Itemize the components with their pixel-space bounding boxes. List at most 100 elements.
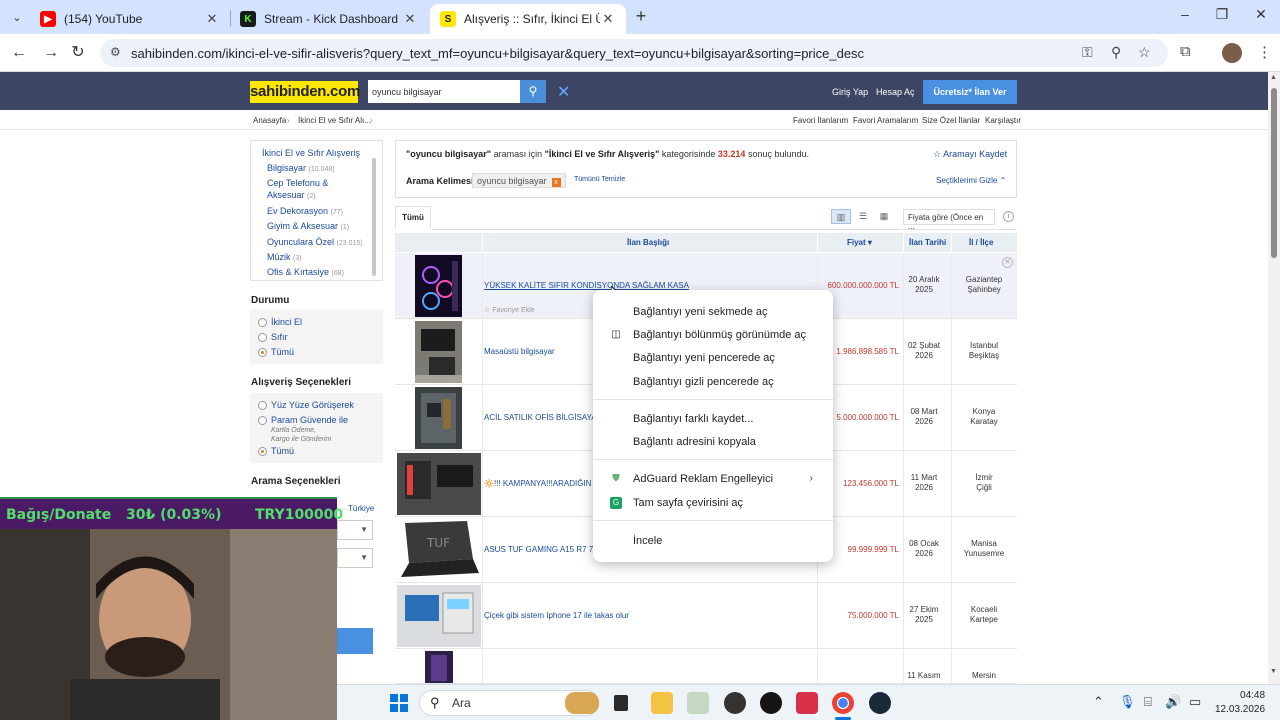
radio-label[interactable]: Yüz Yüze Görüşerek <box>271 400 354 410</box>
scroll-up-arrow-icon[interactable]: ▲ <box>1270 74 1277 81</box>
reload-icon[interactable]: ↻ <box>67 42 89 64</box>
category-item[interactable]: Ofis & Kırtasiye (68) <box>267 266 344 280</box>
menu-inspect[interactable]: İncele <box>593 530 833 552</box>
menu-open-new-window[interactable]: Bağlantıyı yeni pencerede aç <box>593 347 833 369</box>
obs-icon[interactable] <box>760 692 782 714</box>
menu-adguard[interactable]: ⛊ AdGuard Reklam Engelleyici › <box>593 468 833 490</box>
close-tab-icon[interactable]: ✕ <box>402 11 418 27</box>
country-link[interactable]: Türkiye <box>348 504 374 513</box>
profile-avatar[interactable] <box>1222 43 1242 63</box>
category-item[interactable]: Oyunculara Özel (23.015) <box>267 236 363 250</box>
category-item[interactable]: Müzik (3) <box>267 251 302 265</box>
radio-label[interactable]: Tümü <box>271 446 294 456</box>
tab-all[interactable]: Tümü <box>395 206 431 230</box>
page-scrollbar[interactable]: ▲ ▼ <box>1268 72 1280 684</box>
header-title[interactable]: İlan Başlığı <box>627 238 669 247</box>
back-arrow-icon[interactable]: ← <box>8 42 30 64</box>
site-settings-icon[interactable]: ⚙ <box>110 45 121 59</box>
listing-title[interactable]: ASUS TUF GAMING A15 R7 7 <box>484 545 593 554</box>
category-item[interactable]: Bilgisayar (10.048) <box>267 162 335 176</box>
menu-translate-page[interactable]: G Tam sayfa çevirisini aç <box>593 492 833 514</box>
table-row[interactable]: 11 Kasım Mersin <box>395 649 1017 684</box>
clear-all-link[interactable]: Tümünü Temizle <box>574 176 625 183</box>
header-price[interactable]: Fiyat ▾ <box>847 238 872 247</box>
header-date[interactable]: İlan Tarihi <box>909 238 946 247</box>
scroll-thumb[interactable] <box>1271 88 1277 258</box>
menu-save-link-as[interactable]: Bağlantıyı farklı kaydet... <box>593 408 833 430</box>
window-close-icon[interactable]: ✕ <box>1249 6 1273 28</box>
menu-copy-link-address[interactable]: Bağlantı adresini kopyala <box>593 431 833 453</box>
address-bar[interactable]: ⚙ sahibinden.com/ikinci-el-ve-sifir-alis… <box>100 39 1168 67</box>
menu-open-new-tab[interactable]: Bağlantıyı yeni sekmede aç <box>593 301 833 323</box>
category-item[interactable]: Aksesuar (2) <box>267 189 316 203</box>
listing-title[interactable]: Çiçek gibi sistem Iphone 17 ile takas ol… <box>484 611 629 620</box>
listing-title[interactable]: ACİL SATILIK OFİS BİLGİSAYA <box>484 413 597 422</box>
tray-chevron-up-icon[interactable]: ⌃ <box>1093 694 1104 710</box>
steam-icon[interactable] <box>869 692 891 714</box>
forward-arrow-icon[interactable]: → <box>40 42 62 64</box>
zoom-icon[interactable]: ⚲ <box>1111 44 1121 61</box>
app-icon[interactable] <box>687 692 709 714</box>
microphone-icon[interactable]: 🎙 <box>1119 694 1136 710</box>
radio-all[interactable] <box>258 447 267 456</box>
radio-new[interactable] <box>258 333 267 342</box>
tab-list-chevron-icon[interactable]: ⌄ <box>6 6 28 28</box>
info-icon[interactable]: i <box>1003 211 1014 222</box>
category-item[interactable]: Giyim & Aksesuar (1) <box>267 220 349 234</box>
table-row[interactable]: Çiçek gibi sistem Iphone 17 ile takas ol… <box>395 583 1017 649</box>
file-explorer-icon[interactable] <box>651 692 673 714</box>
speaker-icon[interactable]: 🔊 <box>1165 694 1181 710</box>
listing-title[interactable]: Masaüstü bilgisayar <box>484 347 555 356</box>
listing-thumbnail[interactable] <box>415 387 462 449</box>
browser-menu-kebab-icon[interactable]: ⋮ <box>1257 43 1272 61</box>
bookmark-star-icon[interactable]: ☆ <box>1138 44 1151 61</box>
network-icon[interactable]: ⌸ <box>1144 694 1152 710</box>
task-view-icon[interactable] <box>614 695 628 711</box>
search-clear-x-icon[interactable]: ✕ <box>557 82 570 102</box>
radio-secure-payment[interactable] <box>258 416 267 425</box>
listing-thumbnail[interactable]: TUF <box>397 519 481 581</box>
category-item[interactable]: Ev Dekorasyon (77) <box>267 205 343 219</box>
hide-listing-x-icon[interactable]: ✕ <box>1002 257 1013 268</box>
header-location[interactable]: İl / İlçe <box>969 238 993 247</box>
listing-title[interactable]: 🔆!!! KAMPANYA!!!ARADIĞIN <box>484 479 591 488</box>
special-ads-link[interactable]: Size Özel İlanlar <box>922 116 980 125</box>
app-icon[interactable] <box>796 692 818 714</box>
chrome-icon[interactable] <box>832 692 854 714</box>
compare-link[interactable]: Karşılaştır <box>985 116 1021 125</box>
radio-label[interactable]: Tümü <box>271 347 294 357</box>
search-highlight-icon[interactable] <box>565 692 599 714</box>
app-icon[interactable] <box>724 692 746 714</box>
listing-thumbnail[interactable] <box>415 321 462 383</box>
listing-title[interactable]: YÜKSEK KALİTE SIFIR KONDİSYONDA SAĞLAM K… <box>484 281 689 290</box>
listing-thumbnail[interactable] <box>425 651 453 684</box>
radio-label[interactable]: İkinci El <box>271 317 302 327</box>
tab-kick[interactable]: K Stream - Kick Dashboard ✕ <box>230 4 428 34</box>
radio-label[interactable]: Param Güvende ile <box>271 415 348 425</box>
radio-all[interactable] <box>258 348 267 357</box>
scroll-down-arrow-icon[interactable]: ▼ <box>1270 668 1277 675</box>
radio-second-hand[interactable] <box>258 318 267 327</box>
register-link[interactable]: Hesap Aç <box>876 87 915 97</box>
minimize-icon[interactable]: – <box>1173 6 1197 28</box>
search-magnifier-icon[interactable]: ⚲ <box>520 80 546 103</box>
battery-icon[interactable]: ▭ <box>1189 694 1201 710</box>
favorite-add[interactable]: ☆ Favoriye Ekle <box>484 306 535 314</box>
sort-select[interactable]: Fiyata göre (Önce en ... <box>903 209 995 231</box>
site-search-input[interactable] <box>368 80 520 103</box>
grid-list-view-icon[interactable]: ▥ <box>831 209 851 224</box>
radio-face-to-face[interactable] <box>258 401 267 410</box>
save-search-link[interactable]: ☆ Aramayı Kaydet <box>933 149 1007 160</box>
city-select[interactable]: ▼ <box>337 548 373 568</box>
extensions-puzzle-icon[interactable]: ⧉ <box>1180 43 1191 60</box>
tab-sahibinden[interactable]: S Alışveriş :: Sıfır, İkinci El Ürünler … <box>430 4 626 34</box>
tab-youtube[interactable]: ▶ (154) YouTube ✕ <box>30 4 230 34</box>
listing-thumbnail[interactable] <box>397 585 481 647</box>
category-scrollbar[interactable] <box>372 158 376 276</box>
favorite-searches-link[interactable]: Favori Aramalarım <box>853 116 918 125</box>
country-select[interactable]: ▼ <box>337 520 373 540</box>
new-tab-plus-icon[interactable]: + <box>632 7 650 26</box>
search-filter-button[interactable] <box>337 628 373 654</box>
sahibinden-logo[interactable]: sahibinden.com <box>250 81 360 103</box>
menu-open-split-view[interactable]: ◫ Bağlantıyı bölünmüş görünümde aç <box>593 324 833 346</box>
